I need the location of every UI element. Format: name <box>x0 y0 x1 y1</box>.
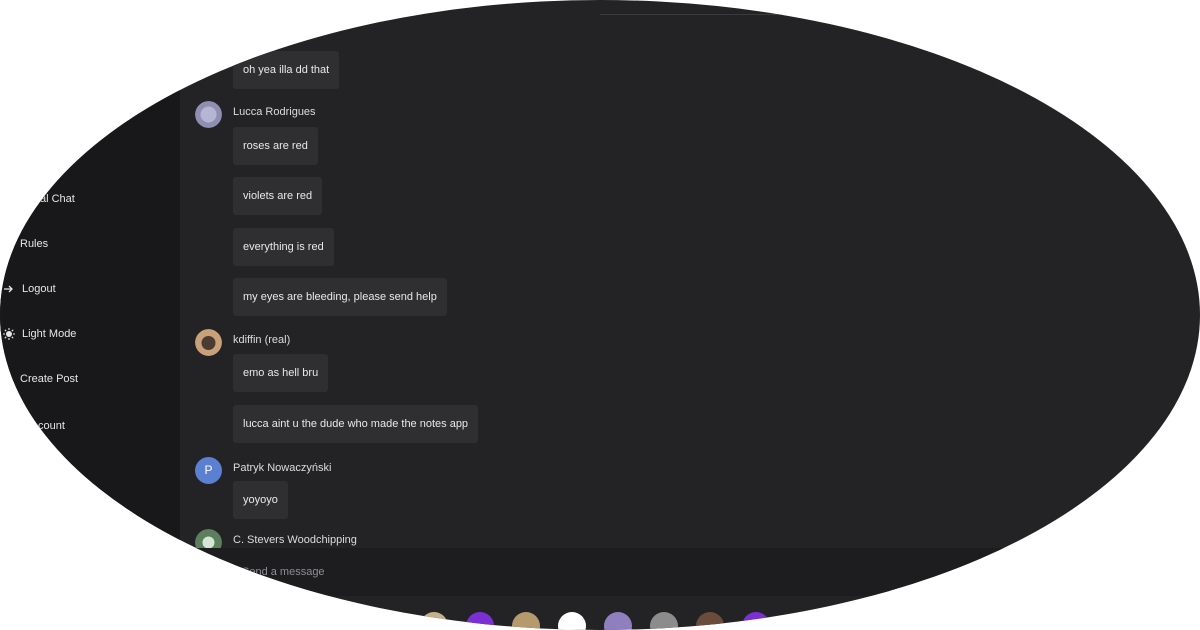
top-divider <box>600 14 1120 15</box>
sidebar-item-rules[interactable]: Rules <box>20 233 48 255</box>
message-text: violets are red <box>243 190 313 202</box>
author-name[interactable]: Patryk Nowaczyński <box>233 462 331 474</box>
message-bubble: roses are red <box>233 127 318 165</box>
message-composer[interactable]: Send a message <box>180 548 1200 596</box>
avatar[interactable] <box>466 612 494 630</box>
avatar: P <box>195 456 222 484</box>
message-text: emo as hell bru <box>243 367 319 379</box>
sidebar-item-label: count <box>38 420 65 432</box>
avatar[interactable] <box>604 612 632 630</box>
message-bubble: violets are red <box>233 177 323 215</box>
message-bubble: everything is red <box>233 228 334 266</box>
message-text: my eyes are bleeding, please send help <box>243 291 437 303</box>
author-name[interactable]: C. Stevers Woodchipping <box>233 534 357 546</box>
sidebar-item-account[interactable]: count <box>38 415 65 437</box>
sidebar-item-global-chat[interactable]: al Chat <box>40 188 75 210</box>
avatar[interactable] <box>696 612 724 630</box>
author-name[interactable]: kdiffin (real) <box>233 334 290 346</box>
avatar[interactable] <box>650 612 678 630</box>
message-author: Lucca Rodrigues <box>195 100 316 128</box>
avatar-letter: P <box>204 463 213 477</box>
message-author: kdiffin (real) <box>195 328 290 356</box>
message-bubble: my eyes are bleeding, please send help <box>233 278 447 316</box>
message-author: P Patryk Nowaczyński <box>195 456 331 484</box>
message-text: yoyoyo <box>243 494 278 506</box>
sidebar-item-label: Rules <box>20 238 49 250</box>
sun-icon <box>3 328 15 340</box>
avatar[interactable] <box>420 612 448 630</box>
avatar[interactable] <box>742 612 770 630</box>
message-bubble: yoyoyo <box>233 481 288 519</box>
sidebar-item-label: al Chat <box>40 193 75 205</box>
sidebar-item-logout[interactable]: Logout <box>2 278 56 300</box>
sidebar-item-label: Light Mode <box>22 328 77 340</box>
sidebar-item-label: Create Post <box>20 373 79 385</box>
avatar[interactable] <box>558 612 586 630</box>
online-users <box>420 612 770 630</box>
avatar[interactable] <box>512 612 540 630</box>
message-bubble: lucca aint u the dude who made the notes… <box>233 405 479 443</box>
message-text: oh yea illa dd that <box>243 64 330 76</box>
message-text: everything is red <box>243 241 324 253</box>
sidebar-item-create-post[interactable]: Create Post <box>20 368 78 390</box>
message-bubble: emo as hell bru <box>233 354 329 392</box>
avatar <box>195 100 222 128</box>
chat-area: oh yea illa dd that Lucca Rodrigues rose… <box>180 0 1200 556</box>
message-text: roses are red <box>243 140 308 152</box>
author-name[interactable]: Lucca Rodrigues <box>233 106 316 118</box>
sidebar-item-label: Logout <box>22 283 56 295</box>
message-text: lucca aint u the dude who made the notes… <box>243 418 469 430</box>
logout-icon <box>4 285 13 293</box>
message-input[interactable]: Send a message <box>242 566 325 578</box>
app-viewport: al Chat Rules Logout Light Mode Create P… <box>0 0 1200 630</box>
message-bubble: oh yea illa dd that <box>233 51 340 89</box>
sidebar-item-light-mode[interactable]: Light Mode <box>2 323 76 345</box>
avatar <box>195 328 222 356</box>
sidebar: al Chat Rules Logout Light Mode Create P… <box>0 0 180 630</box>
